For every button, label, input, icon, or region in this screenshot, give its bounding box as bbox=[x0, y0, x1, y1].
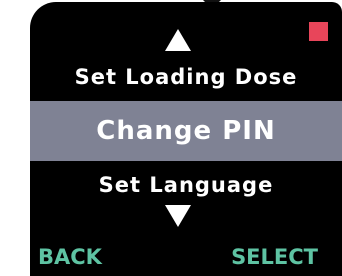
menu-item-set-loading-dose[interactable]: Set Loading Dose bbox=[30, 62, 342, 92]
select-softkey[interactable]: SELECT bbox=[231, 243, 318, 271]
menu-item-set-language[interactable]: Set Language bbox=[30, 170, 342, 200]
menu-item-change-pin-selected[interactable]: Change PIN bbox=[30, 101, 342, 161]
back-softkey[interactable]: BACK bbox=[38, 243, 102, 271]
status-indicator-light bbox=[309, 22, 328, 41]
device-frame: Set Loading Dose Change PIN Set Language… bbox=[0, 0, 342, 276]
device-screen: Set Loading Dose Change PIN Set Language… bbox=[30, 2, 342, 276]
scroll-down-arrow-icon[interactable] bbox=[165, 205, 191, 227]
scroll-up-arrow-icon[interactable] bbox=[165, 29, 191, 51]
